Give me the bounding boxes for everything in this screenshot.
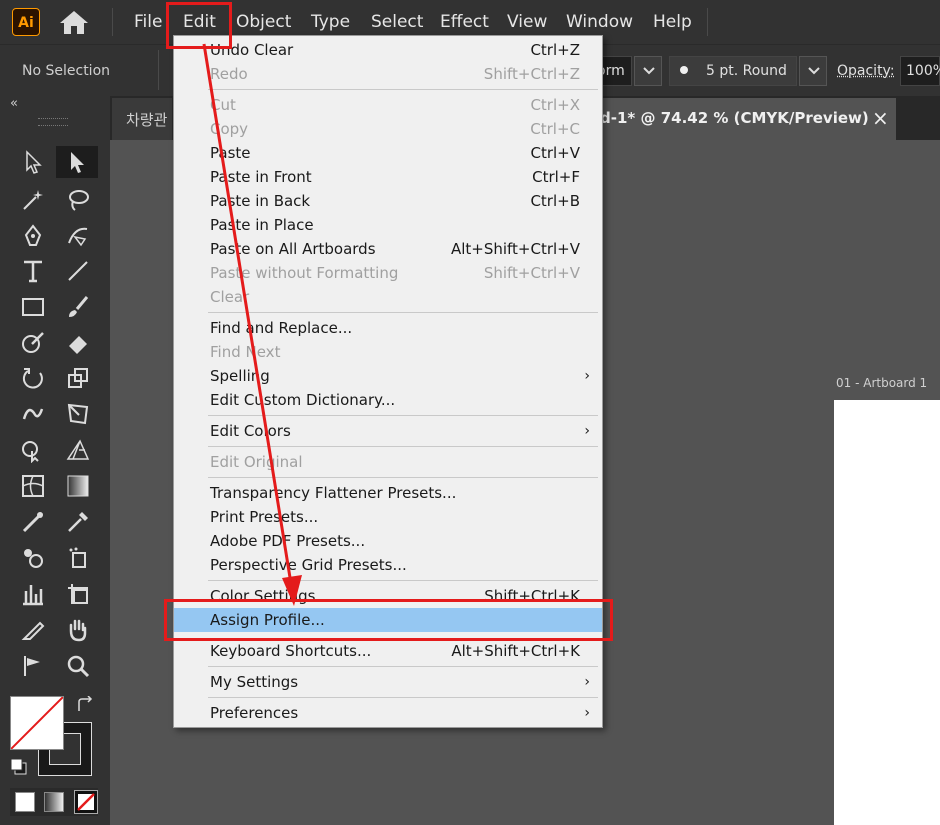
- callout-arrow-icon: [202, 43, 302, 606]
